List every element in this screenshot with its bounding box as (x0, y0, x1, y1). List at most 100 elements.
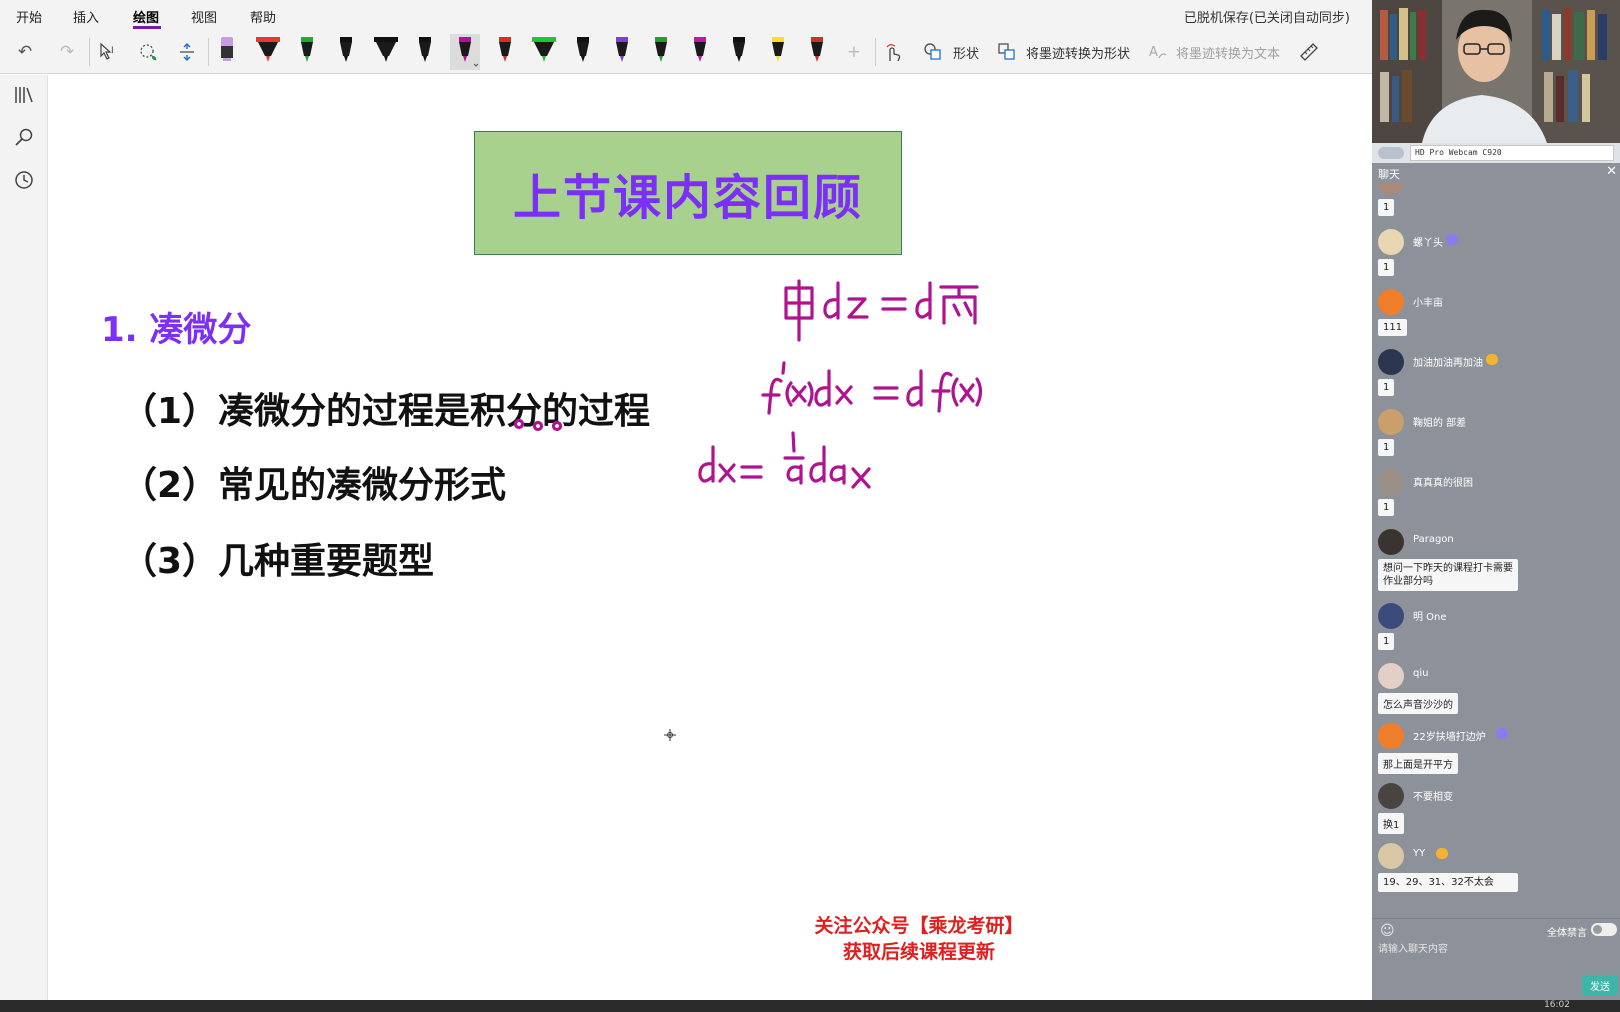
ink-equation-2 (761, 361, 983, 415)
user-badge-icon (1496, 728, 1508, 739)
chat-username[interactable]: 螺丫头 (1413, 234, 1443, 249)
onenote-window: 开始 插入 绘图 视图 帮助 已脱机保存(已关闭自动同步) ↶ ↷ I + 形状 (0, 0, 1372, 1000)
mute-all-toggle[interactable] (1591, 923, 1617, 936)
chat-message-list[interactable]: 1 螺丫头 1 小丰亩 111 加油加油再加油 1 鞠姐的 部差 1 真真真的很困 1 Paragon… (1372, 183, 1620, 918)
touch-draw-icon[interactable] (880, 39, 906, 65)
tab-draw[interactable]: 绘图 (133, 7, 159, 26)
avatar[interactable] (1378, 723, 1404, 749)
chat-username[interactable]: Paragon (1413, 534, 1454, 545)
webcam-feed-image (1372, 0, 1620, 143)
emoji-icon[interactable]: ☺ (1380, 923, 1395, 939)
pen-violet-tool[interactable] (607, 34, 637, 70)
chat-bubble: 1 (1378, 499, 1395, 516)
chat-input[interactable] (1378, 941, 1608, 957)
toolbar-divider (89, 38, 90, 66)
ink-to-shape-button[interactable]: 将墨迹转换为形状 (1026, 43, 1130, 62)
notebooks-icon[interactable] (12, 83, 36, 107)
tab-view[interactable]: 视图 (191, 7, 217, 26)
avatar[interactable] (1378, 843, 1404, 869)
pen-red-tool[interactable] (490, 34, 520, 70)
user-badge-icon (1486, 354, 1498, 365)
ink-to-text-icon[interactable]: A (1145, 39, 1171, 65)
chat-username[interactable]: YY (1413, 848, 1425, 859)
webcam-video (1372, 0, 1620, 143)
redo-icon[interactable]: ↷ (54, 39, 80, 65)
camera-bar: HD Pro Webcam C920 (1372, 143, 1620, 163)
promo-line: 关注公众号【乘龙考研】 (814, 915, 1024, 937)
user-badge-icon (1436, 848, 1448, 859)
chat-username[interactable]: 小丰亩 (1413, 294, 1443, 309)
svg-text:I: I (111, 46, 114, 56)
highlighter-purple-tool[interactable] (212, 34, 242, 70)
pen-green-2-tool[interactable] (646, 34, 676, 70)
pen-black-fine-tool[interactable] (410, 34, 440, 70)
chat-bubble: 想问一下昨天的课程打卡需要作业部分吗 (1378, 559, 1518, 591)
pen-green-tool[interactable] (292, 34, 322, 70)
chat-username[interactable]: 鞠姐的 部差 (1413, 414, 1466, 429)
avatar[interactable] (1378, 469, 1404, 495)
recent-icon[interactable] (12, 168, 36, 192)
chat-username[interactable]: 22岁扶墙打边炉 (1413, 728, 1486, 743)
chat-username[interactable]: 不要相变 (1413, 788, 1453, 803)
ruler-icon[interactable] (1296, 39, 1322, 65)
toolbar-divider (208, 38, 209, 66)
ink-to-shape-icon[interactable] (994, 39, 1020, 65)
toolbar-divider (875, 38, 876, 66)
tab-insert[interactable]: 插入 (73, 7, 99, 26)
avatar[interactable] (1378, 409, 1404, 435)
chat-bubble: 1 (1378, 439, 1395, 456)
avatar[interactable] (1378, 529, 1404, 555)
shape-icon[interactable] (920, 39, 946, 65)
chat-username[interactable]: 明 One (1413, 608, 1447, 623)
tab-help[interactable]: 帮助 (250, 7, 276, 26)
mute-all-label: 全体禁言 (1547, 928, 1587, 939)
chat-bubble: 1 (1378, 633, 1395, 650)
camera-select[interactable]: HD Pro Webcam C920 (1410, 145, 1614, 161)
note-canvas[interactable]: 上节课内容回顾 1. 凑微分 （1）凑微分的过程是积分的过程 （2）常见的凑微分… (49, 75, 1372, 1000)
add-space-icon[interactable] (174, 39, 200, 65)
pen-green-wide-tool[interactable] (529, 34, 559, 70)
avatar[interactable] (1378, 289, 1404, 315)
pen-black-3-tool[interactable] (724, 34, 754, 70)
search-icon[interactable] (12, 125, 36, 149)
pen-magenta-tool[interactable] (685, 34, 715, 70)
chat-username[interactable]: 真真真的很困 (1413, 474, 1473, 489)
add-pen-icon[interactable]: + (841, 39, 867, 65)
lasso-select-icon[interactable] (135, 39, 161, 65)
camera-toggle[interactable] (1378, 147, 1404, 159)
ink-to-text-button[interactable]: 将墨迹转换为文本 (1176, 43, 1280, 62)
tab-home[interactable]: 开始 (16, 7, 42, 26)
chat-bubble: 19、29、31、32不太会 (1378, 873, 1518, 892)
cursor-crosshair-icon (664, 729, 676, 741)
avatar[interactable] (1378, 603, 1404, 629)
chat-bubble: 1 (1378, 379, 1395, 396)
pen-black-tool[interactable] (331, 34, 361, 70)
live-stream-panel: HD Pro Webcam C920 聊天 ✕ 1 螺丫头 1 小丰亩 111 加油加油再… (1372, 0, 1620, 1000)
avatar[interactable] (1378, 349, 1404, 375)
promo-footer-note: 关注公众号【乘龙考研】 获取后续课程更新 (769, 913, 1069, 965)
chat-bubble: 那上面是开平方 (1378, 753, 1458, 774)
pen-purple-selected-tool[interactable] (450, 34, 480, 70)
undo-icon[interactable]: ↶ (12, 39, 38, 65)
left-navigation-rail (0, 75, 48, 1000)
active-tab-indicator (133, 26, 161, 29)
chat-bubble: 换1 (1378, 813, 1405, 834)
avatar[interactable] (1378, 663, 1404, 689)
chat-username[interactable]: 加油加油再加油 (1413, 354, 1483, 369)
pen-red-wide-tool[interactable] (253, 34, 283, 70)
pen-red-2-tool[interactable] (802, 34, 832, 70)
pen-black-2-tool[interactable] (568, 34, 598, 70)
send-button[interactable]: 发送 (1582, 975, 1618, 995)
windows-taskbar: 16:02 (0, 1000, 1620, 1012)
pen-yellow-tool[interactable] (763, 34, 793, 70)
close-icon[interactable]: ✕ (1606, 164, 1617, 179)
ink-equation-3 (698, 431, 871, 489)
shape-button[interactable]: 形状 (953, 43, 979, 62)
avatar[interactable] (1378, 183, 1404, 195)
avatar[interactable] (1378, 229, 1404, 255)
chat-username[interactable]: qiu (1413, 668, 1428, 679)
avatar[interactable] (1378, 783, 1404, 809)
pen-black-wide-tool[interactable] (371, 34, 401, 70)
user-badge-icon (1446, 234, 1458, 245)
select-text-icon[interactable]: I (96, 39, 122, 65)
